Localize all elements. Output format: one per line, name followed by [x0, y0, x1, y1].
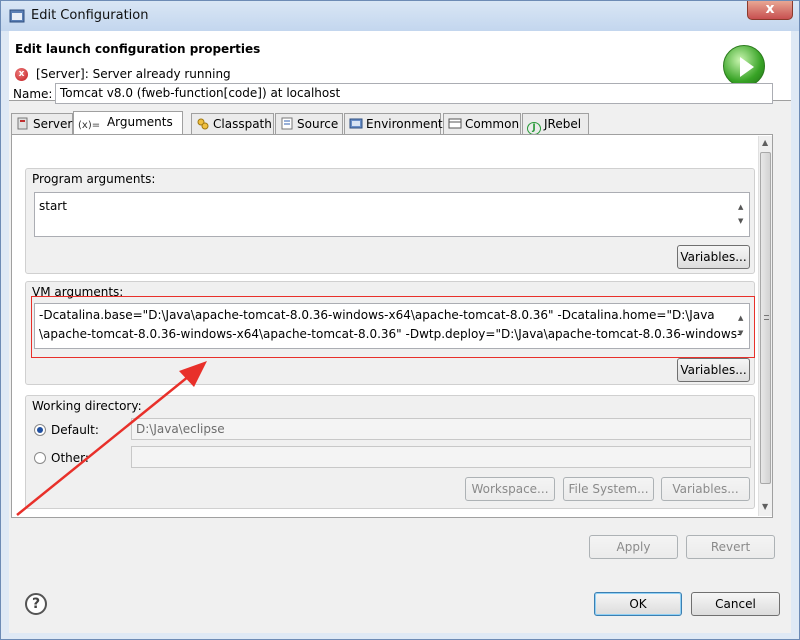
scroll-down-arrow[interactable]: ▼	[762, 502, 768, 511]
vm-variables-button[interactable]: Variables...	[677, 358, 750, 382]
window-title: Edit Configuration	[31, 8, 149, 23]
program-arguments-value: start	[39, 199, 67, 213]
tab-source-label: Source	[297, 117, 339, 131]
classpath-icon	[197, 118, 209, 130]
default-directory-field: D:\Java\eclipse	[131, 418, 751, 440]
tab-environment[interactable]: Environment	[344, 113, 443, 134]
header-title: Edit launch configuration properties	[15, 42, 261, 56]
scrollbar-thumb[interactable]	[760, 152, 771, 484]
name-label: Name:	[13, 87, 53, 101]
other-directory-radio[interactable]	[34, 452, 46, 464]
error-icon: x	[15, 68, 28, 81]
apply-button[interactable]: Apply	[589, 535, 678, 559]
tab-common[interactable]: Common	[443, 113, 521, 134]
panel-scrollbar[interactable]: ▲ ▼	[758, 136, 772, 516]
tab-server[interactable]: Server	[11, 113, 73, 134]
common-icon	[448, 118, 462, 129]
annotation-highlight-box	[31, 296, 755, 358]
program-arguments-scrollbar[interactable]: ▲ ▼	[734, 194, 748, 235]
tab-environment-label: Environment	[366, 117, 443, 131]
working-directory-label: Working directory:	[32, 399, 142, 413]
program-variables-button[interactable]: Variables...	[677, 245, 750, 269]
tab-classpath-label: Classpath	[213, 117, 272, 131]
workspace-button[interactable]: Workspace...	[465, 477, 555, 501]
program-arguments-textarea[interactable]: start ▲ ▼	[34, 192, 750, 237]
default-directory-radio[interactable]	[34, 424, 46, 436]
tab-server-label: Server	[33, 117, 73, 131]
tab-jrebel[interactable]: J JRebel	[522, 113, 589, 135]
arguments-icon: (x)=	[78, 120, 101, 131]
tab-classpath[interactable]: Classpath	[191, 113, 274, 134]
scroll-down-arrow[interactable]: ▼	[738, 212, 743, 231]
tab-arguments[interactable]: (x)= Arguments	[73, 111, 183, 135]
server-icon	[17, 117, 28, 130]
tab-jrebel-label: JRebel	[544, 117, 582, 131]
tab-common-label: Common	[465, 117, 520, 131]
eclipse-app-icon	[9, 9, 25, 23]
ok-button[interactable]: OK	[594, 592, 682, 616]
title-bar[interactable]: Edit Configuration x	[1, 1, 799, 31]
tab-source[interactable]: Source	[275, 113, 343, 134]
file-system-button[interactable]: File System...	[563, 477, 654, 501]
program-arguments-label: Program arguments:	[32, 172, 156, 186]
other-directory-label: Other:	[51, 451, 89, 465]
scroll-up-arrow[interactable]: ▲	[762, 138, 768, 147]
error-message: [Server]: Server already running	[36, 67, 231, 81]
scrollbar-grip	[764, 315, 769, 320]
source-icon	[281, 117, 293, 130]
tab-arguments-label: Arguments	[106, 115, 173, 129]
help-icon[interactable]: ?	[25, 593, 47, 615]
configuration-name-input[interactable]: Tomcat v8.0 (fweb-function[code]) at loc…	[55, 83, 773, 104]
other-directory-field[interactable]	[131, 446, 751, 468]
run-launch-icon	[723, 45, 765, 87]
working-directory-variables-button[interactable]: Variables...	[661, 477, 750, 501]
cancel-button[interactable]: Cancel	[691, 592, 780, 616]
default-directory-label: Default:	[51, 423, 99, 437]
environment-icon	[349, 118, 363, 129]
revert-button[interactable]: Revert	[686, 535, 775, 559]
close-window-button[interactable]: x	[747, 1, 793, 20]
edit-configuration-window: Edit Configuration x Edit launch configu…	[0, 0, 800, 640]
